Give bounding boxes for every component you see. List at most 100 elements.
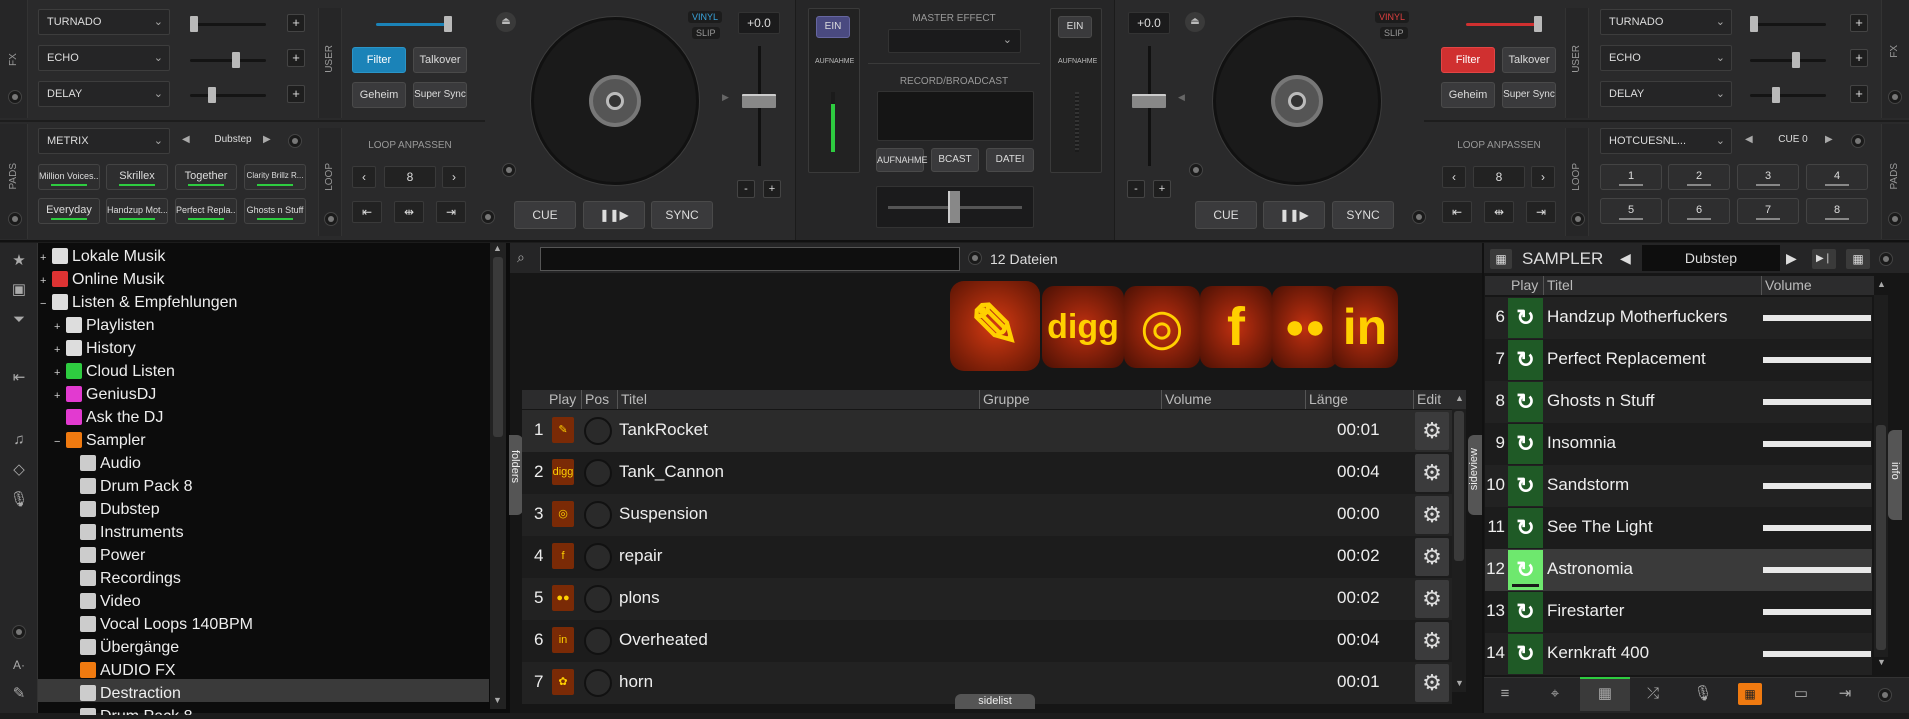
scroll-up-icon[interactable]: ▲ (1455, 393, 1464, 403)
scroll-down-icon[interactable]: ▼ (493, 695, 502, 705)
right-fx-select-3[interactable]: DELAY ⌄ (1600, 81, 1732, 107)
master-effect-select[interactable]: ⌄ (888, 29, 1021, 53)
sampler-col-volume[interactable]: Volume (1762, 276, 1872, 295)
left-platter[interactable] (531, 17, 699, 185)
search-options[interactable] (968, 251, 982, 265)
table-row[interactable]: 3 ◎ Suspension 00:00 ⚙ (522, 494, 1452, 536)
col-gruppe[interactable]: Gruppe (980, 390, 1162, 409)
left-pad-bank-select[interactable]: METRIX ⌄ (38, 128, 170, 154)
target-icon[interactable]: ⌖ (1540, 680, 1570, 708)
right-fx-add-1[interactable]: + (1850, 14, 1868, 32)
sampler-play-icon[interactable]: ↻ (1508, 550, 1543, 590)
sampler-row[interactable]: 13 ↻ Firestarter (1485, 591, 1872, 633)
left-mixer-aufnahme[interactable]: AUFNAHME (815, 58, 854, 65)
sampler-row[interactable]: 6 ↻ Handzup Motherfuckers (1485, 297, 1872, 339)
tree-item[interactable]: Dubstep (68, 498, 160, 521)
left-pitch-minus[interactable]: - (737, 180, 755, 198)
left-eject-icon[interactable]: ⏏ (496, 12, 516, 32)
expand-toggle-icon[interactable]: + (54, 385, 66, 408)
sampler-toolbar-options[interactable] (1878, 688, 1892, 702)
right-play-button[interactable]: ❚❚▶ (1263, 201, 1325, 229)
tree-scrollbar[interactable]: ▲ ▼ (490, 243, 506, 709)
sampler-scrollbar[interactable] (1874, 295, 1888, 657)
sampler-row[interactable]: 8 ↻ Ghosts n Stuff (1485, 381, 1872, 423)
left-pad-2[interactable]: Skrillex (106, 164, 168, 190)
right-filter-slider[interactable] (1466, 16, 1542, 32)
col-volume[interactable]: Volume (1162, 390, 1306, 409)
sampler-play-icon[interactable]: ↻ (1508, 634, 1543, 674)
row-play-button[interactable] (584, 501, 612, 529)
datei-button[interactable]: DATEI (986, 148, 1034, 172)
sampler-bank[interactable]: Dubstep (1642, 245, 1780, 271)
col-titel[interactable]: Titel (618, 390, 980, 409)
left-loop-value[interactable]: 8 (384, 166, 436, 188)
right-loop-indicator[interactable] (1571, 212, 1585, 226)
row-play-button[interactable] (584, 543, 612, 571)
browser-scrollbar[interactable] (1452, 409, 1466, 692)
right-pitch-fader[interactable] (1132, 94, 1166, 108)
right-loop-toggle[interactable]: ⇹ (1484, 201, 1514, 223)
tree-item[interactable]: + GeniusDJ (54, 383, 156, 406)
sampler-play-icon[interactable]: ↻ (1508, 592, 1543, 632)
tree-item[interactable]: Übergänge (68, 636, 179, 659)
sampler-volume-bar[interactable] (1763, 651, 1871, 657)
sampler-volume-bar[interactable] (1763, 315, 1871, 321)
right-fx-add-3[interactable]: + (1850, 85, 1868, 103)
left-pad-7[interactable]: Perfect Repla... (175, 198, 237, 224)
right-fx-indicator[interactable] (1888, 90, 1902, 104)
sampler-play-icon[interactable]: ↻ (1508, 382, 1543, 422)
right-pad-7[interactable]: 7 (1737, 198, 1799, 224)
left-pad-4[interactable]: Clarity Brillz R... (244, 164, 306, 190)
left-filter-button[interactable]: Filter (352, 47, 406, 73)
playlist-icon[interactable]: ⇥ (1830, 680, 1860, 708)
right-loop-in[interactable]: ⇤ (1442, 201, 1472, 223)
left-pad-1[interactable]: Million Voices... (38, 164, 100, 190)
right-pad-6[interactable]: 6 (1668, 198, 1730, 224)
expand-toggle-icon[interactable]: + (54, 316, 66, 339)
gear-icon[interactable]: ⚙ (1415, 580, 1449, 618)
col-laenge[interactable]: Länge (1306, 390, 1414, 409)
left-fx-select-1[interactable]: TURNADO ⌄ (38, 9, 170, 35)
right-vinyl-badge[interactable]: VINYL (1375, 11, 1410, 23)
left-fx-select-3[interactable]: DELAY ⌄ (38, 81, 170, 107)
gear-icon[interactable]: ⚙ (1415, 496, 1449, 534)
filter-icon[interactable]: ⏷ (4, 306, 34, 334)
left-pad-6[interactable]: Handzup Mot... (106, 198, 168, 224)
row-play-button[interactable] (584, 627, 612, 655)
tree-item[interactable]: Audio (68, 452, 141, 475)
left-fx-indicator[interactable] (8, 90, 22, 104)
left-loop-indicator[interactable] (324, 212, 338, 226)
sampler-volume-bar[interactable] (1763, 357, 1871, 363)
eraser-icon[interactable]: ◇ (4, 456, 34, 484)
gear-icon[interactable]: ⚙ (1415, 412, 1449, 450)
right-fx-add-2[interactable]: + (1850, 49, 1868, 67)
left-filter-slider[interactable] (376, 16, 452, 32)
row-play-button[interactable] (584, 585, 612, 613)
tree-item[interactable]: AUDIO FX (68, 659, 176, 682)
expand-toggle-icon[interactable]: + (40, 247, 52, 270)
expand-toggle-icon[interactable]: − (40, 293, 52, 316)
right-pad-1[interactable]: 1 (1600, 164, 1662, 190)
left-loop-out[interactable]: ⇥ (436, 201, 466, 223)
chevron-left-icon[interactable]: ◀ (1745, 134, 1753, 145)
gear-icon[interactable]: ⚙ (1415, 622, 1449, 660)
sampler-play-icon[interactable]: ↻ (1508, 508, 1543, 548)
tree-item[interactable]: Destraction (68, 682, 181, 705)
row-play-button[interactable] (584, 459, 612, 487)
left-vinyl-badge[interactable]: VINYL (688, 11, 723, 23)
right-pads-indicator[interactable] (1888, 212, 1902, 226)
left-sync-button[interactable]: SYNC (651, 201, 713, 229)
sampler-layout-icon[interactable]: ▦ (1846, 249, 1870, 269)
right-platter[interactable] (1213, 17, 1381, 185)
sampler-prev-icon[interactable]: ◀ (1620, 250, 1631, 267)
right-pad-4[interactable]: 4 (1806, 164, 1868, 190)
chevron-left-icon[interactable]: ◀ (182, 134, 190, 145)
table-row[interactable]: 4 f repair 00:02 ⚙ (522, 536, 1452, 578)
sampler-volume-bar[interactable] (1763, 609, 1871, 615)
sampler-col-titel[interactable]: Titel (1544, 276, 1762, 295)
left-loop-toggle[interactable]: ⇹ (394, 201, 424, 223)
sampler-skip-icon[interactable]: ▶❘ (1812, 249, 1836, 269)
right-loop-halve[interactable]: ‹ (1442, 166, 1466, 188)
row-play-button[interactable] (584, 669, 612, 697)
folder-add-icon[interactable]: ▣ (4, 276, 34, 304)
